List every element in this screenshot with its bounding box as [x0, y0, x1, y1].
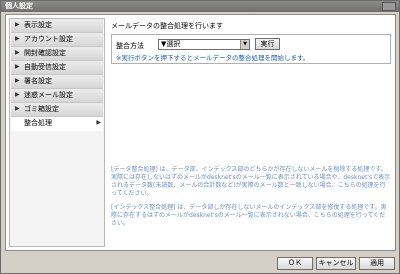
window-icon	[382, 2, 396, 11]
method-label: 整合方法	[116, 42, 144, 50]
sidebar-item-label: 整合処理	[24, 119, 52, 127]
sidebar-item-trash[interactable]: ▶ ゴミ箱設定	[11, 103, 103, 117]
note-data-consistency: [データ整合処理] は、データ部、インデックス部のどちらかが存在しないメールを削…	[111, 166, 391, 197]
sidebar-item-label: 開封確認設定	[24, 49, 66, 57]
chevron-right-icon: ▶	[15, 77, 20, 84]
sidebar-item-label: 署名設定	[24, 77, 52, 85]
sidebar-item-label: 自動受信設定	[24, 63, 66, 71]
chevron-right-icon: ▶	[15, 49, 20, 56]
window-title: 個人設定	[5, 2, 33, 10]
method-select-value: ▼選択	[161, 40, 181, 48]
main-panel: メールデータの整合処理を行います 整合方法 ▼選択 ▼ 実行 ※実行ボタンを押下…	[109, 18, 392, 247]
method-select[interactable]: ▼選択 ▼	[158, 39, 250, 50]
apply-button[interactable]: 適用	[359, 257, 395, 270]
run-button[interactable]: 実行	[255, 38, 280, 50]
chevron-right-icon: ▶	[15, 105, 20, 112]
chevron-right-icon: ▶	[15, 91, 20, 98]
sidebar-item-signature[interactable]: ▶ 署名設定	[11, 75, 103, 89]
page-title: メールデータの整合処理を行います	[111, 22, 223, 30]
ok-button[interactable]: ＯＫ	[277, 257, 313, 270]
sidebar-item-consistency[interactable]: 整合処理 ▶	[11, 117, 103, 131]
chevron-down-icon[interactable]: ▼	[240, 40, 249, 49]
sidebar-item-label: 迷惑メール設定	[24, 91, 73, 99]
chevron-right-icon: ▶	[15, 35, 20, 42]
sidebar-item-read-receipt[interactable]: ▶ 開封確認設定	[11, 47, 103, 61]
chevron-right-icon: ▶	[15, 21, 20, 28]
cancel-button[interactable]: キャンセル	[316, 257, 356, 270]
sidebar: ▶ 表示設定 ▶ アカウント設定 ▶ 開封確認設定 ▶ 自動受信設定 ▶ 署名設…	[9, 18, 105, 247]
title-bar: 個人設定	[1, 1, 399, 12]
chevron-right-icon: ▶	[15, 63, 20, 70]
sidebar-item-auto-receive[interactable]: ▶ 自動受信設定	[11, 61, 103, 75]
help-notes: [データ整合処理] は、データ部、インデックス部のどちらかが存在しないメールを削…	[111, 166, 391, 234]
sidebar-item-label: ゴミ箱設定	[24, 105, 59, 113]
sidebar-item-display[interactable]: ▶ 表示設定	[11, 19, 103, 33]
consistency-form: 整合方法 ▼選択 ▼ 実行 ※実行ボタンを押下するとメールデータの整合処理を開始…	[111, 34, 391, 64]
settings-dialog: 個人設定 ▶ 表示設定 ▶ アカウント設定 ▶ 開封確認設定 ▶ 自動受信設定 …	[0, 0, 400, 274]
sidebar-item-label: アカウント設定	[24, 35, 73, 43]
chevron-right-icon: ▶	[96, 119, 101, 126]
content-area: ▶ 表示設定 ▶ アカウント設定 ▶ 開封確認設定 ▶ 自動受信設定 ▶ 署名設…	[5, 14, 396, 251]
sidebar-item-label: 表示設定	[24, 21, 52, 29]
note-index-consistency: [インデックス整合処理] は、データ部しか存在しないメールのインデックス部を修復…	[111, 204, 387, 227]
sidebar-item-account[interactable]: ▶ アカウント設定	[11, 33, 103, 47]
run-hint: ※実行ボタンを押下するとメールデータの整合処理を開始します。	[116, 54, 310, 62]
sidebar-item-spam[interactable]: ▶ 迷惑メール設定	[11, 89, 103, 103]
